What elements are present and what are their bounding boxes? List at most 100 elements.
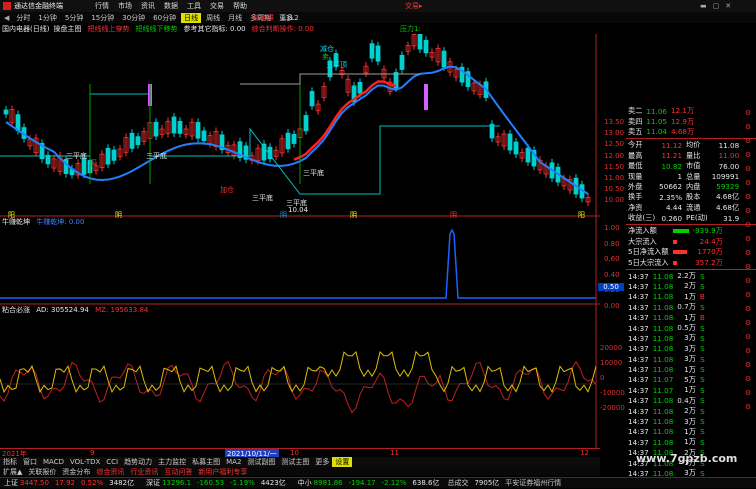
flow-row: 净流入额 -939.9万 [626, 226, 725, 236]
candle-body [195, 122, 201, 139]
tab-timeframe-6[interactable]: 日线 [181, 12, 202, 23]
candle-body [111, 149, 117, 161]
tick-price: 11.08 [652, 365, 674, 375]
stat-value: 11.08 [718, 140, 740, 150]
flow-value: 1770万 [697, 247, 723, 257]
tab-extra-1[interactable]: L1L2 [279, 14, 302, 22]
tab-timeframe-4[interactable]: 30分钟 [119, 13, 148, 23]
flow-bar [671, 257, 691, 267]
tab-timeframe-3[interactable]: 15分钟 [88, 13, 117, 23]
menu-item-0[interactable]: 行情 [95, 1, 109, 11]
status-index-chg: 17.92 [54, 479, 75, 487]
sub1-indicator[interactable]: 牛赚乾坤 [2, 218, 30, 226]
marker: 阴 [450, 211, 457, 219]
bottom-link-0[interactable]: 扩展▲ [0, 467, 25, 476]
menu-item-2[interactable]: 资讯 [141, 1, 155, 11]
flow-value: 357.2万 [695, 257, 723, 267]
bottom-tab-5[interactable]: 趋势动力 [121, 457, 155, 467]
tick-vol: 2.2万 [677, 271, 696, 281]
flow-bar-fill [672, 260, 677, 265]
bottom-tab-9[interactable]: 测试副图 [244, 457, 278, 467]
main-chart-header: 国内电器(日线) 操盘主图 短线线上穿势 短线线下移势 参考其它指标: 0.00 综合… [0, 23, 600, 34]
tick-row: 14:3711.08 2万 S [626, 406, 707, 416]
ask-price: 11.04 [646, 127, 667, 137]
status-index-pct: -1.19% [230, 479, 255, 487]
tick-side: S [700, 271, 705, 281]
menu-item-3[interactable]: 数据 [164, 1, 178, 11]
flow-value: -939.9万 [692, 226, 723, 236]
status-index-pct: 0.52% [81, 479, 104, 487]
indicator-param: 短线线上穿势 [87, 24, 130, 33]
stock-title: 国内电器(日线) [2, 24, 50, 33]
tick-price: 11.08 [652, 323, 674, 333]
bottom-tab-0[interactable]: 指标 [0, 457, 20, 467]
sub2-indicator[interactable]: 粘合必涨 [2, 306, 30, 314]
bottom-tab-4[interactable]: CCI [103, 458, 121, 466]
bottom-link-4[interactable]: 行业资讯 [127, 467, 161, 476]
watermark: www.7gpzb.com [636, 452, 738, 465]
price-axis-label: 12.50 [604, 140, 625, 149]
tick-side: S [700, 302, 705, 312]
right-scrollbar[interactable]: ⚙ ⚙ ⚙ ⚙ ⚙ ⚙ ⚙ ⚙ ⚙ ⚙ ⚙ ⚙ ⚙ ⚙ ⚙ ⚙ ⚙ ⚙ ⚙ ⚙ ⚙ ⚙ [741, 106, 755, 436]
tick-time: 14:37 [628, 313, 649, 323]
bottom-link-6[interactable]: 新用户福利专享 [195, 467, 250, 476]
bottom-link-3[interactable]: 综合资讯 [93, 467, 127, 476]
tick-vol: 2万 [684, 281, 696, 291]
tick-time: 14:37 [628, 406, 649, 416]
collapse-icon[interactable]: ◀ [4, 14, 9, 22]
tab-timeframe-1[interactable]: 1分钟 [35, 13, 59, 23]
stat-value: 59329 [716, 182, 740, 192]
ask-vol: 4.68万 [670, 126, 695, 136]
candle-body [399, 54, 405, 70]
chart-area[interactable] [0, 34, 600, 448]
menu-item-6[interactable]: 帮助 [233, 1, 247, 11]
tick-time: 14:37 [628, 354, 649, 364]
menu-item-5[interactable]: 交易 [210, 1, 224, 11]
candle-body [417, 34, 423, 50]
stat-value: 31.9 [723, 213, 740, 223]
tick-time: 14:37 [628, 281, 649, 291]
bottom-tab-7[interactable]: 私募主图 [189, 457, 223, 467]
bottom-tab-11[interactable]: 更多 [312, 457, 332, 467]
status-index-pct: -2.12% [381, 479, 407, 487]
tick-side: S [700, 406, 705, 416]
tick-vol: 1万 [684, 312, 696, 322]
marker: 阴 [350, 211, 357, 219]
tab-timeframe-2[interactable]: 5分钟 [62, 13, 86, 23]
ask-row[interactable]: 卖二 11.06 12.1万 [626, 106, 696, 116]
ask-row[interactable]: 卖五 11.04 4.68万 [626, 127, 696, 137]
ask-row[interactable]: 卖四 11.05 12.9万 [626, 116, 696, 127]
menu-item-1[interactable]: 市场 [118, 1, 132, 11]
bottom-link-1[interactable]: 关联报价 [25, 467, 59, 476]
tick-vol: 1万 [684, 364, 696, 374]
menu-item-4[interactable]: 工具 [187, 1, 201, 11]
indicator-name[interactable]: 操盘主图 [53, 24, 81, 34]
price-axis-label: 11.00 [604, 174, 625, 182]
bottom-tab-2[interactable]: MACD [40, 458, 67, 466]
tick-time: 14:37 [628, 385, 649, 395]
tab-timeframe-0[interactable]: 分时 [13, 13, 33, 23]
tick-row: 14:37 11.08 1万 B [626, 292, 707, 302]
bottom-tab-10[interactable]: 测试主图 [278, 457, 312, 467]
tick-vol: 1万 [684, 385, 696, 395]
bottom-tab-3[interactable]: VOL-TDX [67, 458, 103, 466]
candle-body [135, 136, 141, 146]
bottom-tab-6[interactable]: 主力监控 [155, 457, 189, 467]
bottom-tab-1[interactable]: 窗口 [20, 457, 40, 467]
bottom-link-2[interactable]: 资金分布 [59, 467, 93, 476]
tick-side: S [700, 427, 705, 437]
sub2-axis-label: 10000 [600, 359, 623, 367]
tab-timeframe-8[interactable]: 月线 [225, 13, 245, 23]
tab-extra-0[interactable]: 综合屏 [250, 13, 277, 23]
candle-body [153, 121, 159, 137]
candle-body [171, 116, 177, 134]
bottom-tab-12[interactable]: 设置 [332, 457, 353, 467]
broker-menu[interactable]: 交易▸ [405, 1, 423, 11]
tab-timeframe-5[interactable]: 60分钟 [150, 13, 179, 23]
bottom-link-5[interactable]: 互动问答 [161, 467, 195, 476]
sub1-axis-label: 0.60 [604, 255, 620, 263]
bottom-tab-8[interactable]: MA2 [223, 458, 244, 466]
window-controls[interactable]: ▬▢✕ [700, 2, 737, 10]
tab-timeframe-7[interactable]: 周线 [203, 13, 223, 23]
stat-row: 外盘 50662 内盘 59329 [626, 182, 741, 192]
